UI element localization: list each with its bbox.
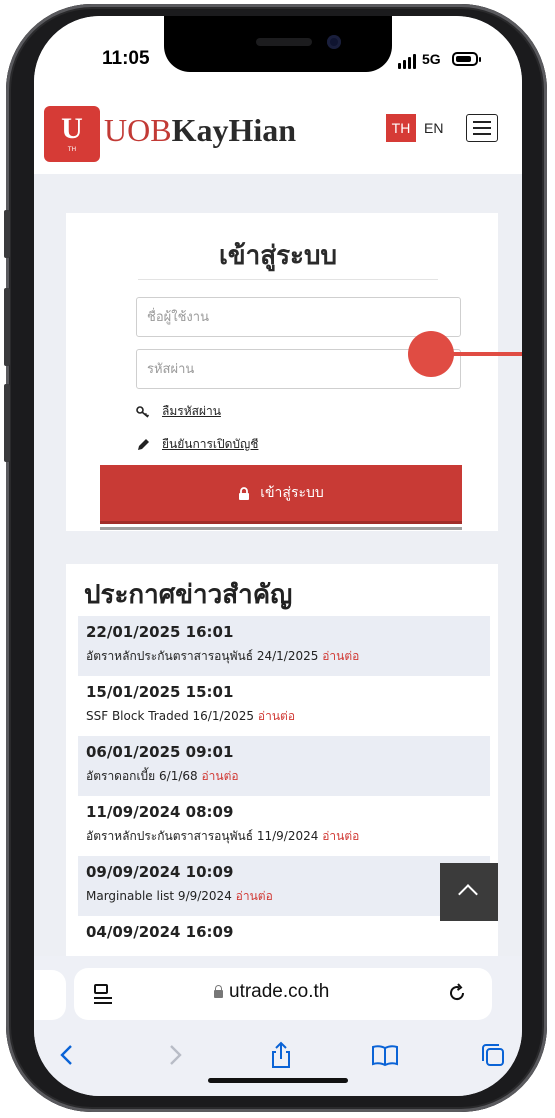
login-button[interactable]: เข้าสู่ระบบ [100,465,462,521]
news-date: 22/01/2025 16:01 [86,623,234,641]
news-text: อัตราหลักประกันตราสารอนุพันธ์ 24/1/2025 … [86,646,482,666]
chevron-up-icon [458,884,478,904]
brand-suffix: KayHian [171,112,297,148]
news-title: ประกาศข่าวสำคัญ [84,580,293,610]
divider [138,279,438,280]
confirm-account-row: ยืนยันการเปิดบัญชี [136,435,258,454]
news-headline: Marginable list 9/9/2024 [86,889,232,903]
hamburger-icon[interactable] [466,114,498,142]
speaker-grille [256,38,312,46]
news-text: อัตราดอกเบี้ย 6/1/68 อ่านต่อ [86,766,482,786]
news-item[interactable]: 09/09/2024 10:09 Marginable list 9/9/202… [78,856,490,916]
news-item[interactable]: 15/01/2025 15:01 SSF Block Traded 16/1/2… [78,676,490,736]
news-date: 15/01/2025 15:01 [86,683,234,701]
lang-en-button[interactable]: EN [424,114,443,142]
confirm-account-link[interactable]: ยืนยันการเปิดบัญชี [162,435,258,454]
home-indicator [208,1078,348,1083]
address-bar[interactable]: utrade.co.th [74,968,492,1020]
safari-nav-row [34,1040,522,1080]
scroll-to-top-button[interactable] [440,863,498,921]
url-label: utrade.co.th [229,981,330,1002]
news-headline: อัตราดอกเบี้ย 6/1/68 [86,769,198,783]
login-title: เข้าสู่ระบบ [218,241,338,271]
forgot-password-link[interactable]: ลืมรหัสผ่าน [162,402,221,421]
side-button [4,210,10,258]
lang-th-button[interactable]: TH [386,114,416,142]
lock-icon [214,985,223,998]
lock-icon [239,486,250,500]
read-more-link[interactable]: อ่านต่อ [201,769,238,783]
news-headline: อัตราหลักประกันตราสารอนุพันธ์ 24/1/2025 [86,649,319,663]
news-text: อัตราหลักประกันตราสารอนุพันธ์ 11/9/2024 … [86,826,482,846]
news-headline: SSF Block Traded 16/1/2025 [86,709,255,723]
news-item[interactable]: 22/01/2025 16:01 อัตราหลักประกันตราสารอน… [78,616,490,676]
logo-sub: TH [67,146,77,153]
read-more-link[interactable]: อ่านต่อ [236,889,273,903]
brand-name[interactable]: UOBKayHian [104,112,296,149]
side-button [4,288,10,366]
news-date: 04/09/2024 16:09 [86,923,234,941]
site-header: U TH UOBKayHian TH EN [34,96,522,174]
news-text: SSF Block Traded 16/1/2025 อ่านต่อ [86,706,482,726]
brand-prefix: UOB [104,112,172,148]
news-text: Marginable list 9/9/2024 อ่านต่อ [86,886,482,906]
battery-icon [452,52,481,66]
network-label: 5G [422,51,441,67]
forward-icon[interactable] [160,1040,190,1070]
news-section: ประกาศข่าวสำคัญ 22/01/2025 16:01 อัตราหล… [66,564,498,984]
status-time: 11:05 [102,48,150,69]
share-icon[interactable] [266,1040,296,1070]
notch [164,16,392,72]
uob-logo[interactable]: U TH [44,106,100,162]
front-camera [327,35,341,49]
divider [100,527,462,530]
news-date: 09/09/2024 10:09 [86,863,234,881]
pencil-icon [138,438,149,450]
reload-icon[interactable] [446,982,468,1004]
news-item[interactable]: 06/01/2025 09:01 อัตราดอกเบี้ย 6/1/68 อ่… [78,736,490,796]
login-button-label: เข้าสู่ระบบ [260,485,324,501]
signal-icon [398,54,416,69]
phone-screen: 11:05 5G U TH UOBKayHian TH EN เข้าสู่ระ… [34,16,522,1096]
page-menu-icon[interactable] [94,984,112,1004]
read-more-link[interactable]: อ่านต่อ [322,829,359,843]
side-button [4,384,10,462]
key-icon [136,405,150,418]
url-text[interactable]: utrade.co.th [214,981,329,1003]
annotation-pointer-dot [408,331,454,377]
read-more-link[interactable]: อ่านต่อ [258,709,295,723]
read-more-link[interactable]: อ่านต่อ [322,649,359,663]
news-headline: อัตราหลักประกันตราสารอนุพันธ์ 11/9/2024 [86,829,319,843]
news-date: 06/01/2025 09:01 [86,743,234,761]
logo-letter: U [61,112,83,145]
annotation-pointer-line [444,352,522,356]
news-item[interactable]: 11/09/2024 08:09 อัตราหลักประกันตราสารอน… [78,796,490,856]
news-date: 11/09/2024 08:09 [86,803,234,821]
previous-tab-edge[interactable] [34,970,66,1020]
username-input[interactable] [136,297,461,337]
forgot-password-row: ลืมรหัสผ่าน [136,402,221,421]
safari-toolbar: utrade.co.th [34,956,522,1096]
tabs-icon[interactable] [478,1040,508,1070]
back-icon[interactable] [52,1040,82,1070]
bookmarks-icon[interactable] [370,1040,400,1070]
